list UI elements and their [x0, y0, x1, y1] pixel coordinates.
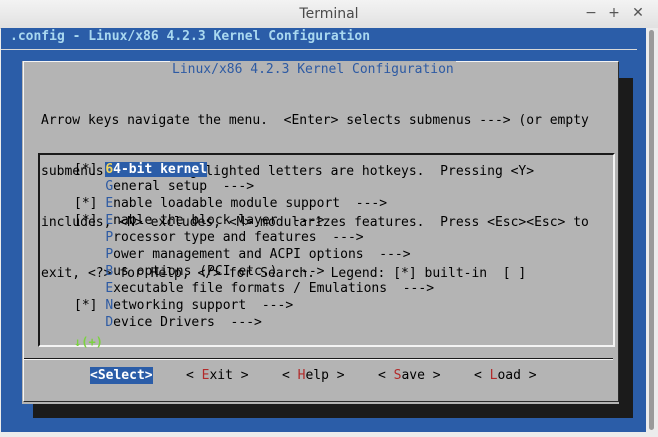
dialog-title: Linux/x86 4.2.3 Kernel Configuration: [170, 61, 456, 78]
button-label: elp: [305, 368, 329, 383]
window-title: Terminal: [299, 6, 359, 22]
menu-item-power-management[interactable]: Power management and ACPI options --->: [74, 246, 411, 263]
menu-item-prefix: [74, 264, 105, 279]
menu-item-prefix: [74, 315, 105, 330]
button-label: xit: [209, 368, 233, 383]
menu-item-prefix: [*]: [74, 298, 106, 313]
menu-item-hotkey: D: [105, 315, 114, 330]
minimize-icon[interactable]: −: [582, 4, 600, 22]
menu-item-prefix: [74, 247, 105, 262]
menu-item-hotkey: 6: [105, 162, 114, 177]
terminal-window: Terminal − + ✕ .config - Linux/x86 4.2.3…: [0, 0, 658, 437]
menu-item-label: rocessor type and features: [113, 230, 317, 245]
button-bracket: <: [90, 368, 98, 383]
config-dialog: Linux/x86 4.2.3 Kernel Configuration Arr…: [22, 61, 619, 404]
help-line: Arrow keys navigate the menu. <Enter> se…: [41, 113, 589, 128]
button-label: oad: [497, 368, 521, 383]
menu-item-label: etworking support: [113, 298, 247, 313]
menu-item-suffix: --->: [246, 298, 294, 313]
menu-list: [*] 64-bit kernel General setup ---> [*]…: [38, 153, 615, 349]
menu-item-hotkey: G: [105, 179, 114, 194]
menu-item-hotkey: N: [105, 298, 114, 313]
menu-item-prefix: [*]: [74, 213, 106, 228]
load-button[interactable]: < Load >: [474, 367, 537, 384]
menu-item-label: xecutable file formats / Emulations: [113, 281, 388, 296]
button-bracket: >: [144, 368, 153, 383]
menu-item-hotkey: P: [105, 247, 114, 262]
menu-item-prefix: [74, 281, 105, 296]
maximize-icon[interactable]: +: [605, 4, 623, 22]
menu-item-suffix: --->: [207, 179, 255, 194]
menu-item-processor-type[interactable]: Processor type and features --->: [74, 229, 364, 246]
button-bracket: <: [378, 368, 394, 383]
menu-item-label: nable the block layer: [113, 213, 278, 228]
menu-item-device-drivers[interactable]: Device Drivers --->: [74, 314, 262, 331]
menu-item-prefix: [74, 230, 105, 245]
menu-item-hotkey: E: [105, 281, 114, 296]
button-bracket: >: [520, 368, 537, 383]
button-bracket: <: [282, 368, 298, 383]
menu-item-label: us options (PCI etc.): [113, 264, 278, 279]
button-bracket: <: [186, 368, 202, 383]
scrollbar-thumb[interactable]: [649, 30, 654, 430]
scrollbar[interactable]: [646, 28, 658, 432]
menu-item-suffix: --->: [277, 213, 325, 228]
menu-item-hotkey: P: [105, 230, 114, 245]
menu-item-networking-support[interactable]: [*] Networking support --->: [74, 297, 293, 314]
menu-item-suffix: --->: [277, 264, 325, 279]
menu-item-suffix: --->: [387, 281, 435, 296]
menu-item-hotkey: B: [105, 264, 114, 279]
menu-item-label: eneral setup: [113, 179, 208, 194]
button-hotkey: S: [97, 368, 106, 383]
menu-item-prefix: [*]: [74, 196, 106, 211]
menu-item-label: nable loadable module support: [113, 196, 341, 211]
menu-item-label: evice Drivers: [113, 315, 215, 330]
menu-item-loadable-module[interactable]: [*] Enable loadable module support --->: [74, 195, 387, 212]
menu-item-prefix: [74, 179, 105, 194]
menu-item-label: 4-bit kernel: [113, 162, 208, 177]
menu-item-suffix: --->: [340, 196, 388, 211]
menu-item-suffix: --->: [316, 230, 364, 245]
button-bracket: >: [328, 368, 345, 383]
button-label: elect: [105, 368, 145, 383]
save-button[interactable]: < Save >: [378, 367, 441, 384]
config-header: .config - Linux/x86 4.2.3 Kernel Configu…: [10, 29, 371, 44]
menu-item-executable-formats[interactable]: Executable file formats / Emulations ---…: [74, 280, 434, 297]
button-bracket: >: [232, 368, 249, 383]
menu-item-hotkey: E: [105, 196, 114, 211]
menu-item-bus-options[interactable]: Bus options (PCI etc.) --->: [74, 263, 324, 280]
help-button[interactable]: < Help >: [282, 367, 345, 384]
menu-item-block-layer[interactable]: [*] Enable the block layer --->: [74, 212, 324, 229]
button-separator-highlight: [24, 359, 613, 360]
menu-item-suffix: --->: [363, 247, 411, 262]
header-divider: [1, 49, 637, 50]
more-items-indicator: ↓(+): [74, 335, 103, 349]
menu-item-general-setup[interactable]: General setup --->: [74, 178, 254, 195]
button-bracket: <: [474, 368, 490, 383]
title-bar[interactable]: Terminal − + ✕: [0, 0, 658, 29]
button-bracket: >: [424, 368, 441, 383]
menu-item-prefix: [*]: [74, 162, 106, 177]
select-button[interactable]: <Select>: [90, 367, 153, 384]
exit-button[interactable]: < Exit >: [186, 367, 249, 384]
close-icon[interactable]: ✕: [629, 4, 647, 22]
menu-item-64bit-kernel[interactable]: [*] 64-bit kernel: [74, 161, 208, 178]
menu-item-suffix: --->: [214, 315, 262, 330]
menu-item-hotkey: E: [105, 213, 114, 228]
button-label: ave: [401, 368, 425, 383]
menu-item-label: ower management and ACPI options: [113, 247, 364, 262]
